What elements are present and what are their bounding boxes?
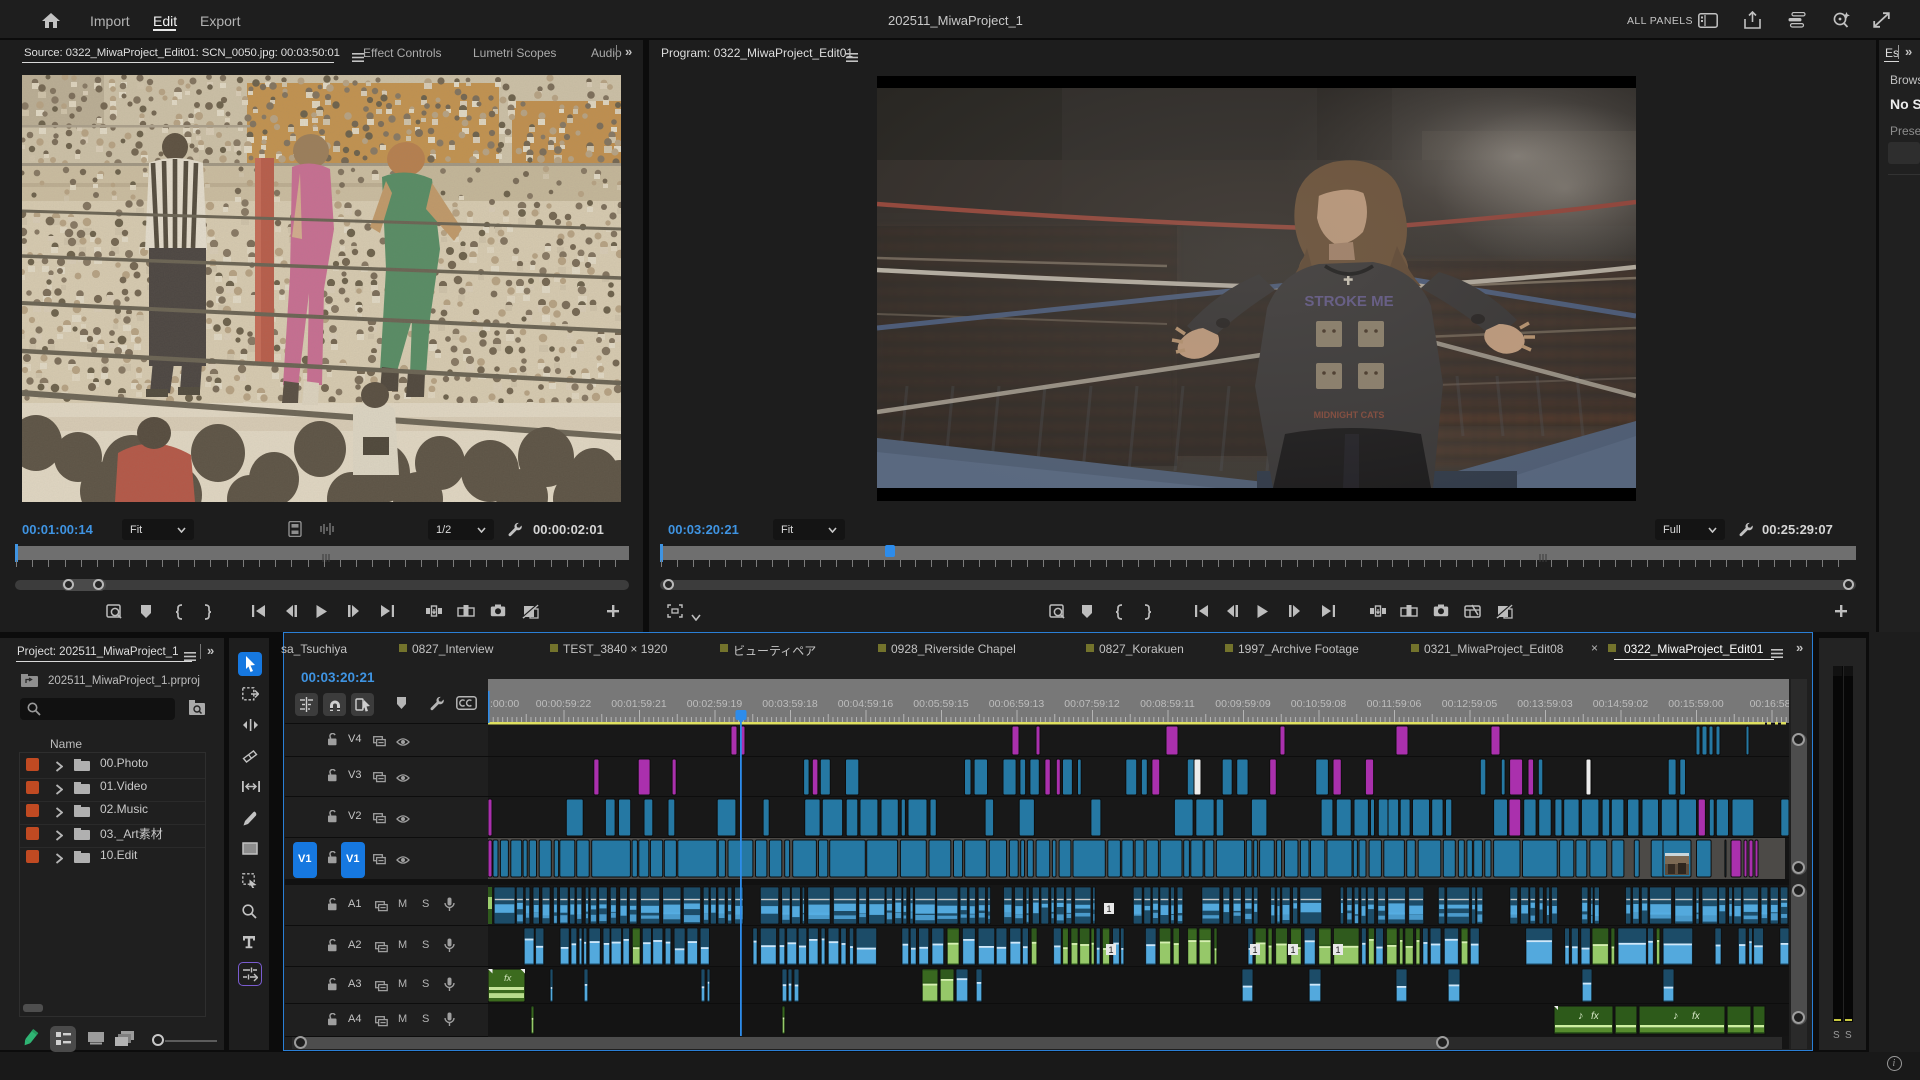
svg-text:00:11:59:06: 00:11:59:06 [1367, 698, 1422, 710]
svg-text:fx: fx [1591, 1011, 1600, 1022]
svg-text:00:05:59:15: 00:05:59:15 [913, 698, 969, 710]
svg-text:fx: fx [504, 973, 513, 984]
svg-text:1: 1 [1252, 945, 1257, 955]
svg-text:♪: ♪ [1578, 1010, 1584, 1022]
svg-text:00:00:59:22: 00:00:59:22 [536, 698, 592, 710]
svg-text:1: 1 [1290, 945, 1295, 955]
svg-text:00:06:59:13: 00:06:59:13 [989, 698, 1045, 710]
svg-text:00:12:59:05: 00:12:59:05 [1442, 698, 1498, 710]
svg-text:00:03:59:18: 00:03:59:18 [762, 698, 818, 710]
svg-text:00:10:59:08: 00:10:59:08 [1291, 698, 1347, 710]
svg-text:00:15:59:00: 00:15:59:00 [1668, 698, 1724, 710]
svg-text:00:09:59:09: 00:09:59:09 [1215, 698, 1271, 710]
svg-text:1: 1 [1106, 904, 1111, 914]
svg-text:00:13:59:03: 00:13:59:03 [1517, 698, 1573, 710]
svg-text:♪: ♪ [1673, 1010, 1679, 1022]
svg-text:00:01:59:21: 00:01:59:21 [611, 698, 667, 710]
svg-text:fx: fx [1692, 1011, 1701, 1022]
svg-text::00:00: :00:00 [490, 698, 519, 710]
svg-text:00:08:59:11: 00:08:59:11 [1140, 698, 1195, 710]
svg-text:1: 1 [1108, 945, 1113, 955]
svg-text:00:02:59:19: 00:02:59:19 [687, 698, 743, 710]
svg-text:00:16:58:: 00:16:58: [1750, 698, 1789, 710]
svg-text:00:04:59:16: 00:04:59:16 [838, 698, 894, 710]
svg-text:1: 1 [1335, 945, 1340, 955]
svg-text:00:07:59:12: 00:07:59:12 [1064, 698, 1120, 710]
svg-text:00:14:59:02: 00:14:59:02 [1593, 698, 1649, 710]
